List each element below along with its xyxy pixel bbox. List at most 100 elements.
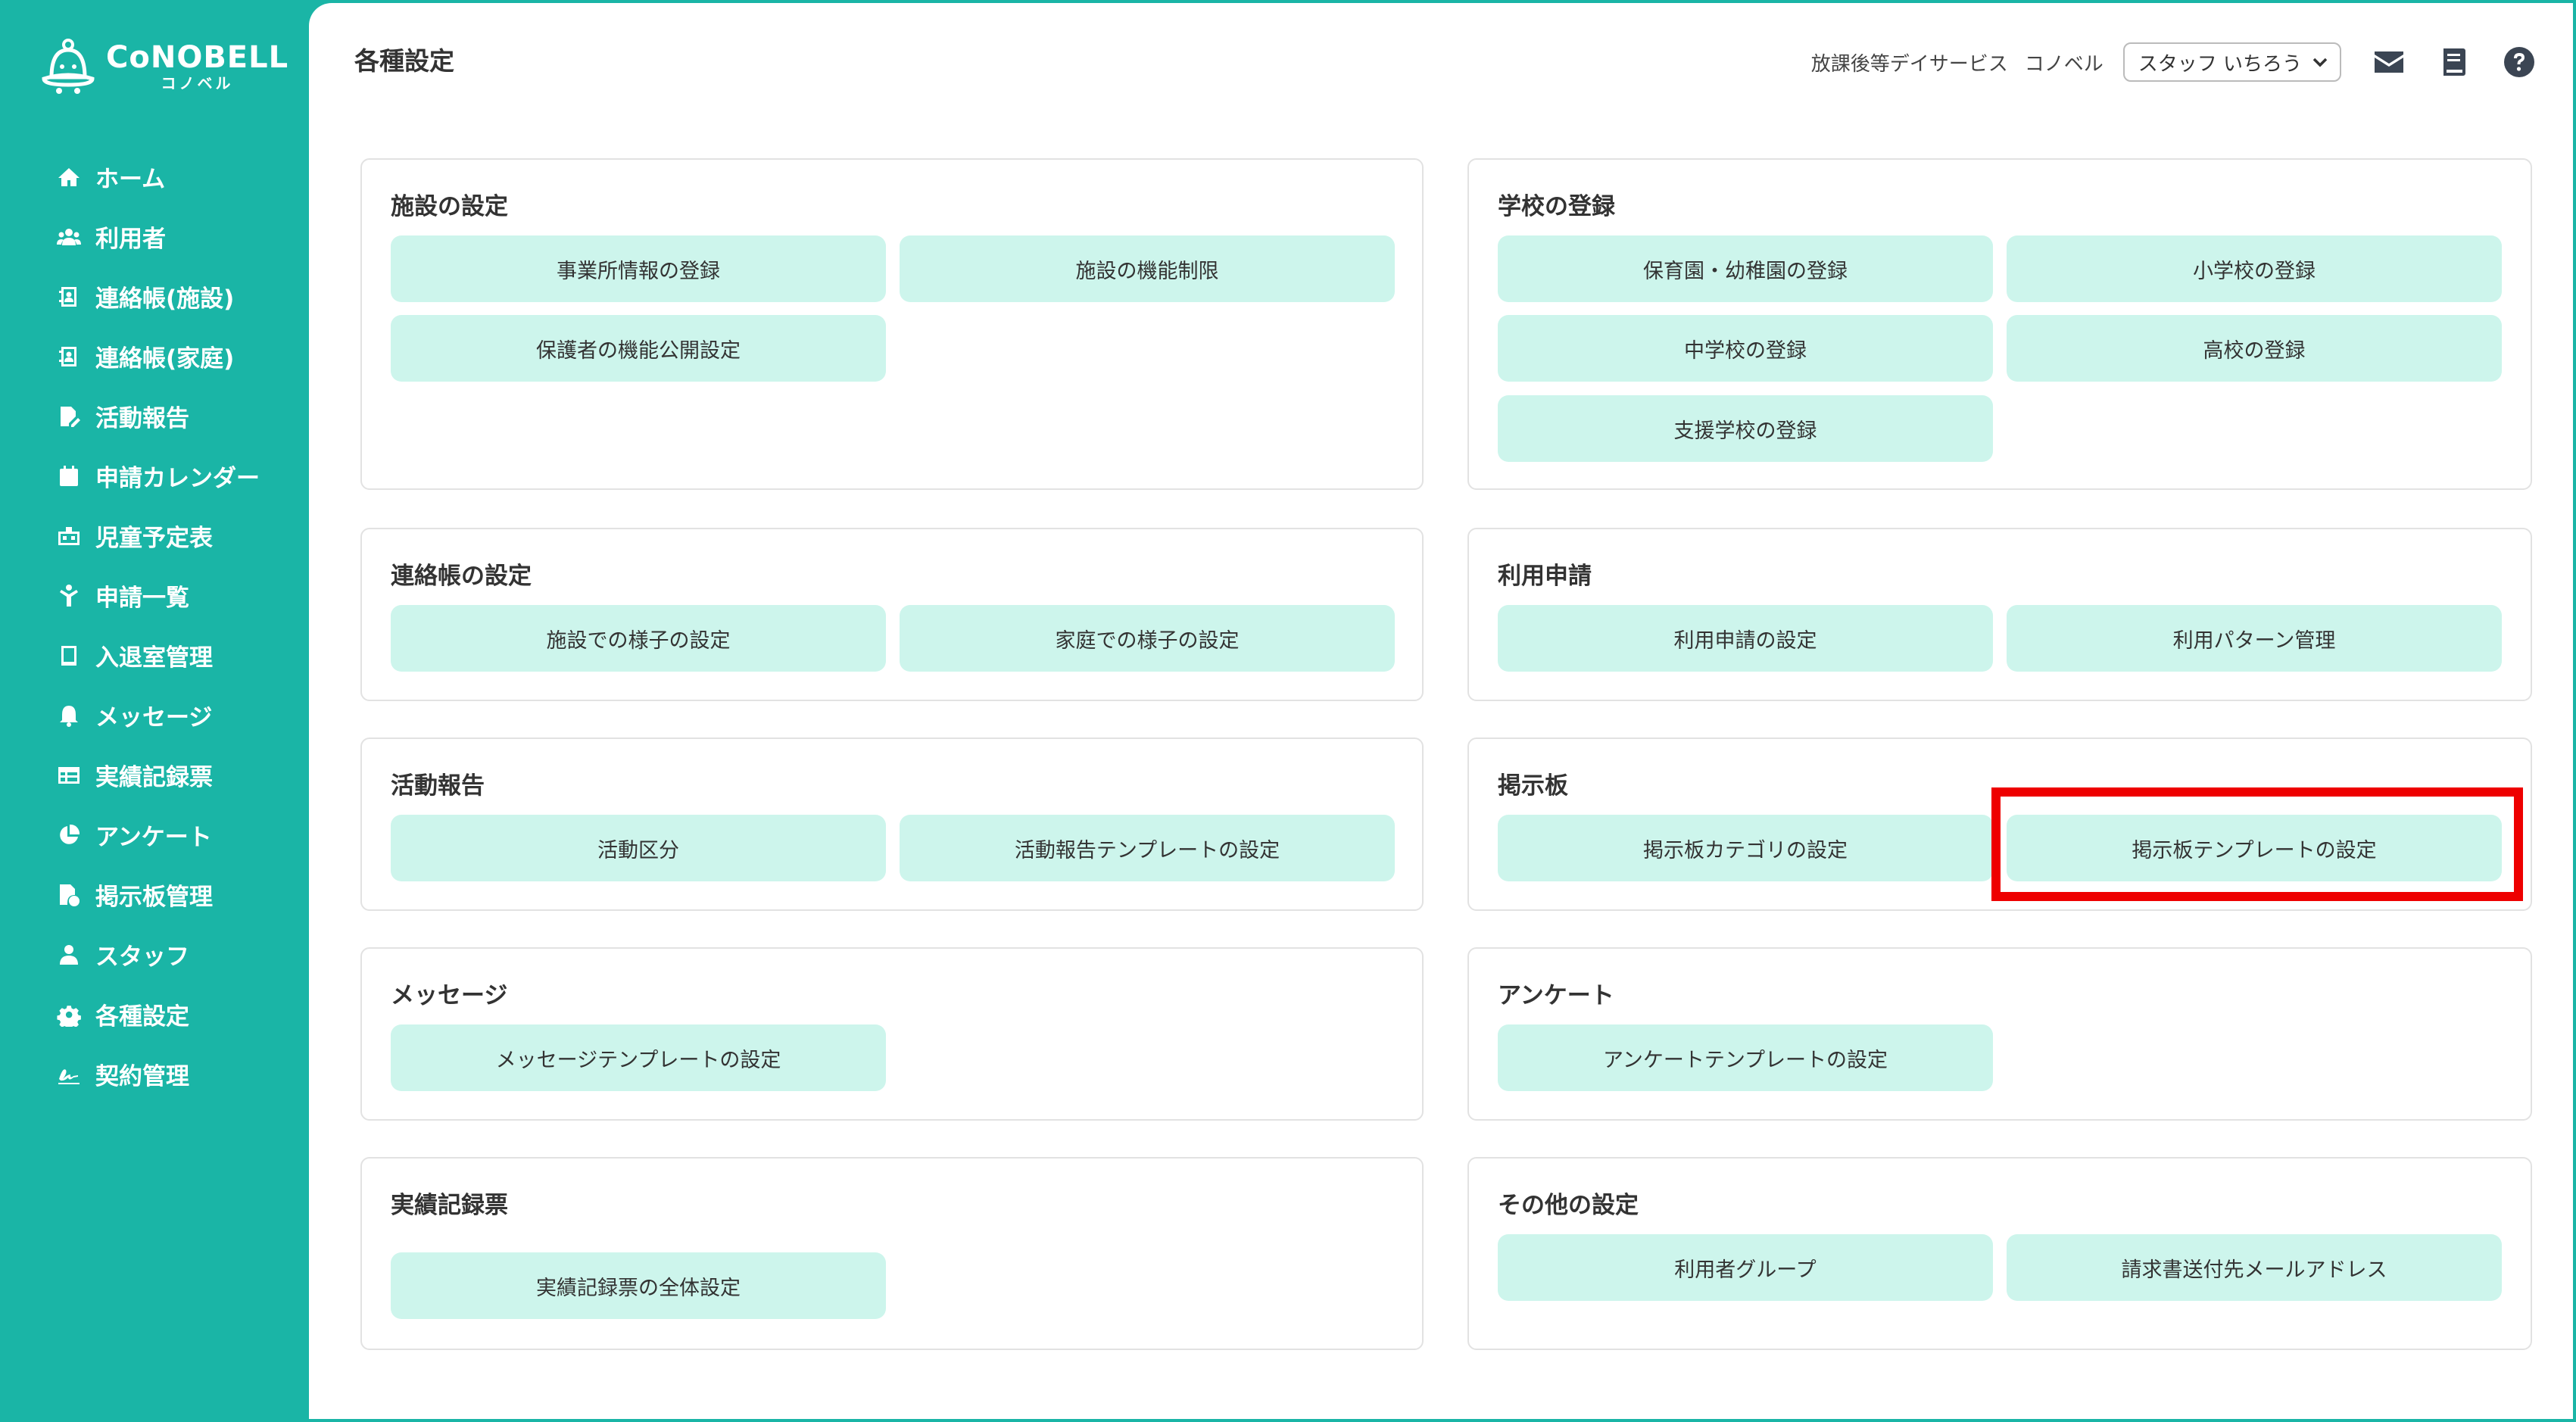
card-title: 施設の設定 xyxy=(391,193,508,220)
facility-restriction-button[interactable]: 施設の機能制限 xyxy=(900,235,1395,302)
board-template-button[interactable]: 掲示板テンプレートの設定 xyxy=(2007,815,2502,881)
tablet-icon xyxy=(56,643,82,669)
sidebar-item-child-schedule[interactable]: 児童予定表 xyxy=(3,506,309,566)
card-facility-settings: 施設の設定 事業所情報の登録 施設の機能制限 保護者の機能公開設定 xyxy=(360,158,1424,490)
user-group-button[interactable]: 利用者グループ xyxy=(1498,1234,1993,1301)
card-title: 学校の登録 xyxy=(1498,193,1615,220)
bell-icon xyxy=(56,703,82,728)
sidebar-item-label: 連絡帳(家庭) xyxy=(95,345,235,373)
mail-icon[interactable] xyxy=(2372,45,2406,80)
sidebar-nav: ホーム 利用者 連絡帳(施設) 連絡帳(家庭) 活動報告 申請カレンダー 児童予… xyxy=(3,147,309,1104)
staff-select-value: スタッフ いちろう xyxy=(2138,52,2302,76)
home-icon xyxy=(56,164,82,190)
sidebar-item-settings[interactable]: 各種設定 xyxy=(3,984,309,1044)
sidebar-item-label: メッセージ xyxy=(95,704,213,731)
sidebar-item-label: 活動報告 xyxy=(95,405,189,432)
board-category-button[interactable]: 掲示板カテゴリの設定 xyxy=(1498,815,1993,881)
header-toolbar: 放課後等デイサービス コノベル スタッフ いちろう xyxy=(1811,42,2537,82)
sidebar-item-label: ホーム xyxy=(95,166,166,193)
sidebar-item-home[interactable]: ホーム xyxy=(3,147,309,207)
pie-chart-icon xyxy=(56,822,82,848)
signature-icon xyxy=(56,1062,82,1087)
app-window: CoNOBELL コノベル ホーム 利用者 連絡帳(施設) 連絡帳(家庭) 活動… xyxy=(3,3,2573,1419)
message-template-button[interactable]: メッセージテンプレートの設定 xyxy=(391,1024,886,1091)
card-title: アンケート xyxy=(1498,982,1614,1009)
card-message: メッセージ メッセージテンプレートの設定 xyxy=(360,947,1424,1121)
home-state-button[interactable]: 家庭での様子の設定 xyxy=(900,605,1395,672)
sidebar-item-message[interactable]: メッセージ xyxy=(3,685,309,745)
sidebar-item-label: 連絡帳(施設) xyxy=(95,285,235,313)
guardian-feature-button[interactable]: 保護者の機能公開設定 xyxy=(391,315,886,382)
card-title: 活動報告 xyxy=(391,772,485,800)
sidebar-item-label: 児童予定表 xyxy=(95,525,213,552)
card-other-settings: その他の設定 利用者グループ 請求書送付先メールアドレス xyxy=(1467,1157,2532,1350)
high-school-register-button[interactable]: 高校の登録 xyxy=(2007,315,2502,382)
gear-icon xyxy=(56,1002,82,1028)
sidebar-item-label: 申請一覧 xyxy=(95,585,189,612)
card-title: 実績記録票 xyxy=(391,1192,508,1219)
elementary-register-button[interactable]: 小学校の登録 xyxy=(2007,235,2502,302)
company-name: コノベル xyxy=(2024,52,2104,76)
person-icon xyxy=(56,583,82,609)
card-contact-settings: 連絡帳の設定 施設での様子の設定 家庭での様子の設定 xyxy=(360,528,1424,701)
activity-template-button[interactable]: 活動報告テンプレートの設定 xyxy=(900,815,1395,881)
sidebar-item-label: 各種設定 xyxy=(95,1003,189,1031)
card-record: 実績記録票 実績記録票の全体設定 xyxy=(360,1157,1424,1350)
sidebar-item-contact-facility[interactable]: 連絡帳(施設) xyxy=(3,267,309,326)
facility-name: 放課後等デイサービス xyxy=(1810,52,2008,76)
logo[interactable]: CoNOBELL コノベル xyxy=(41,38,288,95)
table-icon xyxy=(56,762,82,788)
staff-icon xyxy=(56,942,82,968)
help-icon[interactable] xyxy=(2502,45,2537,80)
sidebar-item-contract[interactable]: 契約管理 xyxy=(3,1044,309,1104)
sidebar-item-entry-exit[interactable]: 入退室管理 xyxy=(3,625,309,685)
sidebar-item-label: アンケート xyxy=(95,824,212,851)
nursery-register-button[interactable]: 保育園・幼稚園の登録 xyxy=(1498,235,1993,302)
junior-high-register-button[interactable]: 中学校の登録 xyxy=(1498,315,1993,382)
logo-title: CoNOBELL xyxy=(106,40,289,75)
special-school-register-button[interactable]: 支援学校の登録 xyxy=(1498,395,1993,462)
billing-email-button[interactable]: 請求書送付先メールアドレス xyxy=(2007,1234,2502,1301)
sidebar-item-application-list[interactable]: 申請一覧 xyxy=(3,566,309,625)
activity-category-button[interactable]: 活動区分 xyxy=(391,815,886,881)
logo-subtitle: コノベル xyxy=(161,74,234,92)
sidebar-item-label: スタッフ xyxy=(95,943,189,971)
sidebar-item-calendar[interactable]: 申請カレンダー xyxy=(3,446,309,506)
usage-application-settings-button[interactable]: 利用申請の設定 xyxy=(1498,605,1993,672)
sidebar-item-label: 実績記録票 xyxy=(95,764,213,791)
card-title: メッセージ xyxy=(391,982,508,1009)
facility-state-button[interactable]: 施設での様子の設定 xyxy=(391,605,886,672)
sidebar-item-label: 申請カレンダー xyxy=(95,465,260,492)
sidebar-item-survey[interactable]: アンケート xyxy=(3,805,309,865)
facility-info-button[interactable]: 事業所情報の登録 xyxy=(391,235,886,302)
sidebar-item-staff[interactable]: スタッフ xyxy=(3,925,309,984)
staff-select[interactable]: スタッフ いちろう xyxy=(2122,42,2341,82)
schedule-icon xyxy=(56,523,82,549)
sidebar-item-contact-home[interactable]: 連絡帳(家庭) xyxy=(3,326,309,386)
main-panel: 各種設定 放課後等デイサービス コノベル スタッフ いちろう 施設の設定 事業所… xyxy=(309,3,2573,1419)
board-icon xyxy=(56,882,82,908)
card-school-registration: 学校の登録 保育園・幼稚園の登録 小学校の登録 中学校の登録 高校の登録 支援学… xyxy=(1467,158,2532,490)
sidebar-item-label: 契約管理 xyxy=(95,1063,189,1090)
card-survey: アンケート アンケートテンプレートの設定 xyxy=(1467,947,2532,1121)
book-icon[interactable] xyxy=(2437,45,2472,80)
usage-pattern-button[interactable]: 利用パターン管理 xyxy=(2007,605,2502,672)
sidebar-item-record[interactable]: 実績記録票 xyxy=(3,745,309,805)
card-board: 掲示板 掲示板カテゴリの設定 掲示板テンプレートの設定 xyxy=(1467,738,2532,911)
card-activity-report: 活動報告 活動区分 活動報告テンプレートの設定 xyxy=(360,738,1424,911)
users-icon xyxy=(56,224,82,250)
sidebar-item-activity-report[interactable]: 活動報告 xyxy=(3,386,309,446)
sidebar-item-users[interactable]: 利用者 xyxy=(3,207,309,267)
card-title: 連絡帳の設定 xyxy=(391,563,532,590)
sidebar-item-label: 利用者 xyxy=(95,226,166,253)
survey-template-button[interactable]: アンケートテンプレートの設定 xyxy=(1498,1024,1993,1091)
sidebar-item-label: 掲示板管理 xyxy=(95,884,213,911)
record-global-settings-button[interactable]: 実績記録票の全体設定 xyxy=(391,1252,886,1319)
contact-book-icon xyxy=(56,284,82,310)
card-title: 掲示板 xyxy=(1498,772,1568,800)
chevron-down-icon xyxy=(2312,58,2328,67)
card-usage-application: 利用申請 利用申請の設定 利用パターン管理 xyxy=(1467,528,2532,701)
sidebar-item-label: 入退室管理 xyxy=(95,644,213,672)
sidebar-item-board[interactable]: 掲示板管理 xyxy=(3,865,309,925)
report-edit-icon xyxy=(56,404,82,429)
